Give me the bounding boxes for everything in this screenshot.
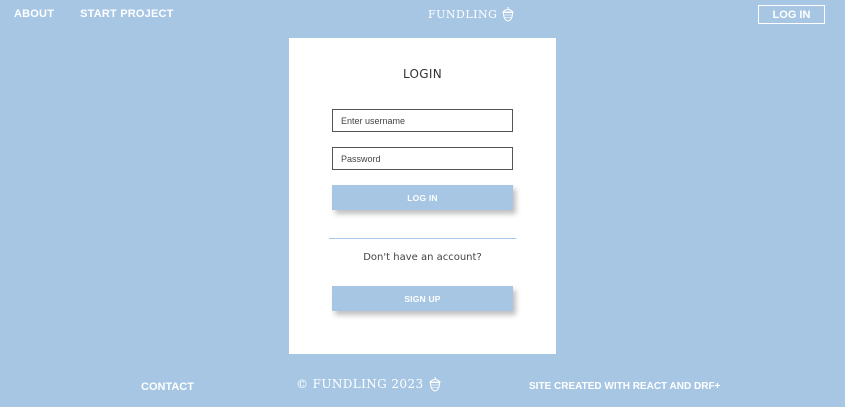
page: ABOUT START PROJECT FUNDLING LOG IN LOGI…: [0, 0, 845, 407]
nav-start-project-link[interactable]: START PROJECT: [80, 8, 173, 20]
password-input[interactable]: [332, 147, 513, 170]
header-brand[interactable]: FUNDLING: [428, 6, 515, 22]
footer-brand: © FUNDLING 2023: [296, 376, 442, 392]
footer-credit: SITE CREATED WITH REACT AND DRF+: [529, 381, 721, 392]
login-submit-button[interactable]: LOG IN: [332, 185, 513, 210]
nav-about-link[interactable]: ABOUT: [14, 8, 54, 20]
brand-name: FUNDLING: [428, 7, 498, 21]
footer-contact-link[interactable]: CONTACT: [141, 381, 194, 393]
username-input[interactable]: [332, 109, 513, 132]
header-nav: ABOUT START PROJECT: [14, 8, 174, 20]
header-login-button[interactable]: LOG IN: [758, 5, 825, 24]
login-card: LOGIN LOG IN Don't have an account? SIGN…: [289, 38, 556, 354]
signup-button[interactable]: SIGN UP: [332, 286, 513, 311]
no-account-text: Don't have an account?: [363, 252, 482, 263]
divider: [329, 238, 516, 239]
acorn-icon: [502, 6, 515, 22]
login-title: LOGIN: [402, 67, 443, 81]
footer-copyright: © FUNDLING 2023: [296, 377, 424, 391]
acorn-icon: [428, 376, 441, 392]
